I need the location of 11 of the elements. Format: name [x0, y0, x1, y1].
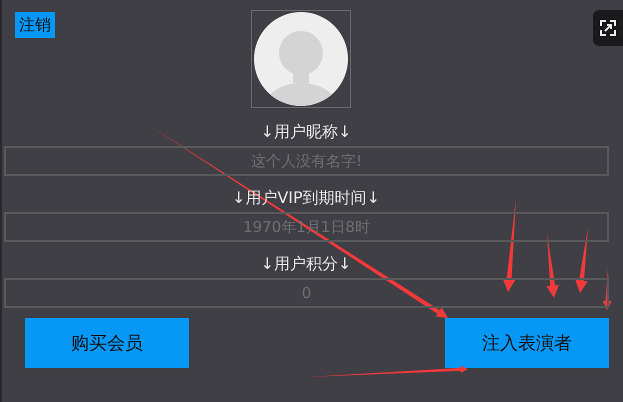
- field-label: ↓用户昵称↓: [260, 121, 352, 143]
- logout-button[interactable]: 注销: [15, 12, 55, 38]
- arrow-annotation: [575, 227, 588, 293]
- inject-performer-button[interactable]: 注入表演者: [445, 318, 609, 368]
- field-label: ↓用户VIP到期时间↓: [232, 187, 380, 209]
- expand-icon: [599, 19, 617, 37]
- field-label: ↓用户积分↓: [260, 253, 352, 275]
- expand-button[interactable]: [593, 10, 623, 46]
- buy-membership-button[interactable]: 购买会员: [25, 318, 189, 368]
- arrow-annotation: [602, 268, 612, 310]
- arrow-annotation: [546, 234, 559, 298]
